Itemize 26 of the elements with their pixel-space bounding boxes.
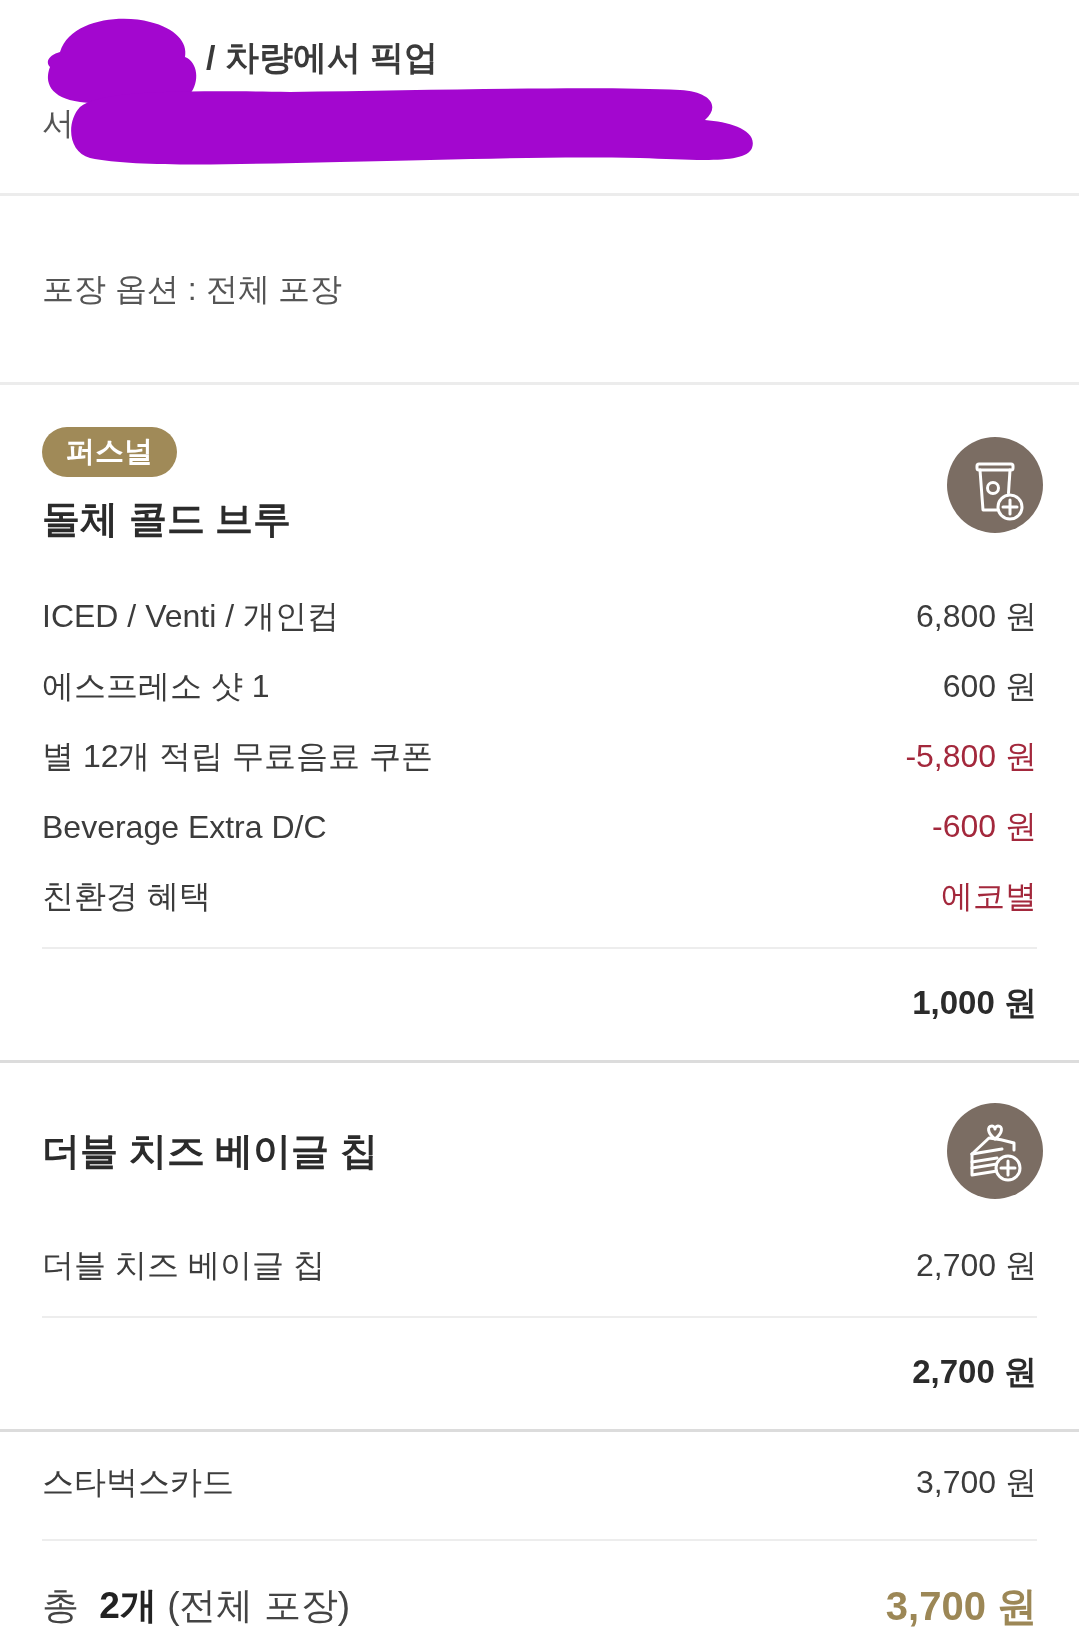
product-name: 돌체 콜드 브루 <box>42 497 292 542</box>
option-label: 더블 치즈 베이글 칩 <box>42 1246 325 1285</box>
option-label: 친환경 혜택 <box>42 877 211 916</box>
total-summary: 총 2개 (전체 포장) <box>42 1584 351 1628</box>
discount-amount: -5,800 원 <box>905 737 1037 776</box>
total-amount: 3,700 원 <box>885 1582 1037 1630</box>
personal-badge: 퍼스널 <box>42 427 177 477</box>
discount-amount: -600 원 <box>932 807 1037 846</box>
item-subtotal: 2,700 원 <box>912 1351 1037 1392</box>
store-address: 서 <box>42 104 75 143</box>
payment-method: 스타벅스카드 <box>42 1463 234 1502</box>
option-label: ICED / Venti / 개인컵 <box>42 597 339 636</box>
option-price: 6,800 원 <box>916 597 1037 636</box>
store-pickup-title: / 차량에서 픽업 <box>206 37 440 78</box>
option-label: 별 12개 적립 무료음료 쿠폰 <box>42 737 434 776</box>
item-subtotal: 1,000 원 <box>912 982 1037 1023</box>
discount-amount: 에코별 <box>941 877 1037 916</box>
cup-plus-icon[interactable] <box>947 437 1043 533</box>
option-label: Beverage Extra D/C <box>42 808 327 846</box>
payment-amount: 3,700 원 <box>916 1463 1037 1502</box>
packaging-option: 포장 옵션 : 전체 포장 <box>42 269 343 309</box>
option-price: 2,700 원 <box>916 1246 1037 1285</box>
option-label: 에스프레소 샷 1 <box>42 667 270 706</box>
product-name: 더블 치즈 베이글 칩 <box>42 1129 378 1174</box>
cake-plus-icon[interactable] <box>947 1103 1043 1199</box>
option-price: 600 원 <box>942 667 1037 706</box>
